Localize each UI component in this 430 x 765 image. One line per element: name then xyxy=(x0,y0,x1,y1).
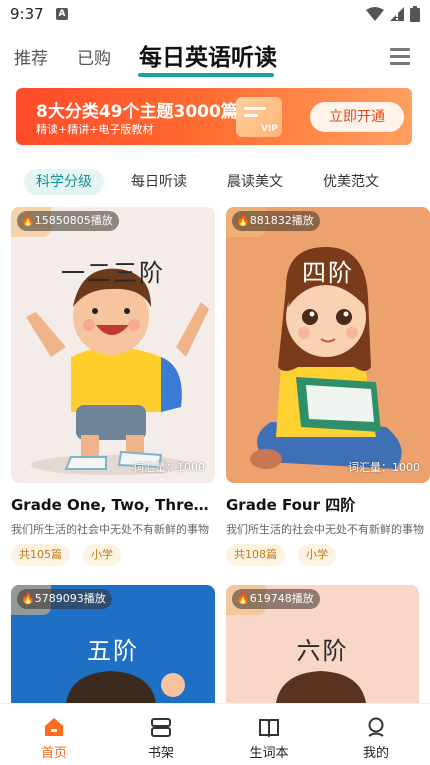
fire-icon: 🔥 xyxy=(236,214,250,227)
fire-icon: 🔥 xyxy=(236,592,250,605)
active-tab-indicator xyxy=(138,73,274,77)
banner-title: 8大分类49个主题3000篇 xyxy=(36,102,238,122)
card-title[interactable]: Grade One, Two, Three 一二三阶 xyxy=(11,494,215,515)
category-tab-morning[interactable]: 晨读美文 xyxy=(227,169,283,195)
boy-illustration xyxy=(26,268,209,475)
bookshelf-icon xyxy=(151,718,171,737)
tag-article-count: 共105篇 xyxy=(11,544,70,566)
open-vip-button[interactable]: 立即开通 xyxy=(310,102,404,132)
bottom-nav-bookshelf[interactable]: 书架 xyxy=(121,704,201,765)
play-count: 619748播放 xyxy=(249,592,314,605)
course-cover[interactable]: 🔥15850805播放 一二三阶 词汇量：1000 xyxy=(11,207,215,483)
cover-title: 一二三阶 xyxy=(61,259,165,287)
tab-daily-english[interactable]: 每日英语听读 xyxy=(139,38,277,72)
category-tab-science[interactable]: 科学分级 xyxy=(24,169,104,195)
vocab-count: 词汇量：1000 xyxy=(348,461,420,474)
play-count: 881832播放 xyxy=(249,214,314,227)
course-cover[interactable]: 🔥5789093播放 五阶 xyxy=(11,585,215,703)
banner-subtitle: 精读+精讲+电子版教材 xyxy=(36,123,154,136)
course-cover[interactable]: 🔥881832播放 四阶 词汇量：1000 xyxy=(226,207,430,483)
bottom-nav-home-label: 首页 xyxy=(40,746,67,761)
tag-level: 小学 xyxy=(298,544,336,566)
cellular-icon xyxy=(390,7,404,21)
card-description: 我们所生活的社会中无处不有新鲜的事物 xyxy=(11,523,209,536)
user-icon xyxy=(368,717,384,737)
vip-card-icon: VIP xyxy=(236,97,282,137)
fire-icon: 🔥 xyxy=(21,214,35,227)
bottom-nav-profile-label: 我的 xyxy=(362,746,389,761)
vip-card-label: VIP xyxy=(261,124,278,134)
play-count: 5789093播放 xyxy=(34,592,106,605)
course-cover[interactable]: 🔥619748播放 六阶 xyxy=(226,585,419,703)
bottom-nav: 首页 书架 生词本 我的 xyxy=(0,703,430,765)
tab-recommend[interactable]: 推荐 xyxy=(14,44,48,69)
wifi-icon xyxy=(366,7,384,21)
cover-title: 四阶 xyxy=(302,259,354,287)
status-icons xyxy=(366,6,420,22)
play-count-badge: 🔥15850805播放 xyxy=(17,211,119,231)
bottom-nav-vocabulary[interactable]: 生词本 xyxy=(229,704,309,765)
top-nav: 推荐 已购 每日英语听读 xyxy=(0,34,430,80)
status-bar: 9:37 A xyxy=(0,0,430,30)
card-description: 我们所生活的社会中无处不有新鲜的事物 xyxy=(226,523,424,536)
cover-title: 五阶 xyxy=(87,637,139,665)
bottom-nav-bookshelf-label: 书架 xyxy=(147,746,174,761)
bottom-nav-profile[interactable]: 我的 xyxy=(336,704,416,765)
bottom-nav-vocabulary-label: 生词本 xyxy=(249,746,289,761)
vocab-count: 词汇量：1000 xyxy=(133,461,205,474)
menu-icon[interactable] xyxy=(390,48,410,65)
fire-icon: 🔥 xyxy=(21,592,35,605)
category-tabs: 科学分级 每日听读 晨读美文 优美范文 xyxy=(0,166,430,198)
girl-illustration xyxy=(250,247,402,469)
category-tab-essays[interactable]: 优美范文 xyxy=(323,169,379,195)
status-time: 9:37 xyxy=(10,5,44,23)
tag-article-count: 共108篇 xyxy=(226,544,285,566)
book-icon xyxy=(259,719,279,738)
tag-level: 小学 xyxy=(83,544,121,566)
battery-icon xyxy=(410,6,420,22)
tab-purchased[interactable]: 已购 xyxy=(77,44,111,69)
play-count: 15850805播放 xyxy=(34,214,113,227)
bottom-nav-home[interactable]: 首页 xyxy=(14,704,94,765)
play-count-badge: 🔥881832播放 xyxy=(232,211,320,231)
category-tab-daily[interactable]: 每日听读 xyxy=(131,169,187,195)
vip-banner[interactable]: 8大分类49个主题3000篇 精读+精讲+电子版教材 VIP 立即开通 xyxy=(16,88,412,145)
cover-title: 六阶 xyxy=(296,637,349,665)
card-title[interactable]: Grade Four 四阶 xyxy=(226,494,430,515)
home-icon xyxy=(45,718,63,736)
play-count-badge: 🔥5789093播放 xyxy=(17,589,112,609)
notification-a-icon: A xyxy=(56,8,68,20)
play-count-badge: 🔥619748播放 xyxy=(232,589,320,609)
